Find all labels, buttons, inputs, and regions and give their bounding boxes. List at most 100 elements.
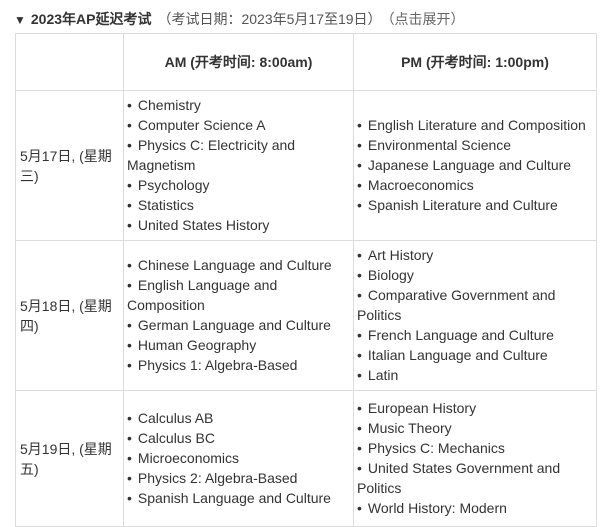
subject-name: Spanish Language and Culture (137, 490, 331, 506)
subject-name: Japanese Language and Culture (367, 157, 572, 173)
collapsible-section-header[interactable]: ▼ 2023年AP延迟考试 （考试日期：2023年5月17至19日） （点击展开） (14, 9, 465, 29)
subject-name: Calculus BC (137, 430, 215, 446)
bullet-icon: • (127, 490, 132, 506)
subject-list-item: • Italian Language and Culture (357, 345, 590, 365)
bullet-icon: • (357, 177, 362, 193)
table-header-row: AM (开考时间: 8:00am) PM (开考时间: 1:00pm) (15, 33, 597, 91)
bullet-icon: • (127, 470, 132, 486)
subject-name: World History: Modern (367, 500, 507, 516)
subject-list-item: • Macroeconomics (357, 175, 590, 195)
subject-name: Spanish Literature and Culture (367, 197, 558, 213)
subject-list-item: • Music Theory (357, 418, 590, 438)
bullet-icon: • (357, 327, 362, 343)
subject-list-item: • United States History (127, 215, 347, 235)
subject-list-item: • United States Government and Politics (357, 458, 590, 498)
bullet-icon: • (127, 430, 132, 446)
table-row: 5月19日, (星期五) • Calculus AB • Calculus BC • Mic… (15, 390, 597, 527)
subject-name: Physics C: Electricity and Magnetism (127, 137, 296, 173)
subject-list-item: • Spanish Language and Culture (127, 488, 347, 508)
subject-name: Computer Science A (137, 117, 266, 133)
subject-name: German Language and Culture (137, 317, 331, 333)
subject-list-item: • English Language and Composition (127, 275, 347, 315)
bullet-icon: • (127, 257, 132, 273)
subject-name: Latin (367, 367, 399, 383)
subject-list-item: • World History: Modern (357, 498, 590, 518)
bullet-icon: • (127, 450, 132, 466)
bullet-icon: • (127, 277, 132, 293)
subject-name: French Language and Culture (367, 327, 554, 343)
bullet-icon: • (127, 137, 132, 153)
bullet-icon: • (357, 440, 362, 456)
bullet-icon: • (357, 137, 362, 153)
subject-list-item: • Computer Science A (127, 115, 347, 135)
subject-name: English Literature and Composition (367, 117, 586, 133)
bullet-icon: • (127, 410, 132, 426)
exam-dates-note: （考试日期：2023年5月17至19日） (157, 11, 382, 27)
column-header-date (15, 33, 124, 91)
expand-toggle-link[interactable]: （点击展开） (388, 11, 465, 27)
subject-name: Psychology (137, 177, 210, 193)
column-header-am: AM (开考时间: 8:00am) (123, 33, 354, 91)
bullet-icon: • (127, 197, 132, 213)
subject-list-item: • Chemistry (127, 95, 347, 115)
subject-list-item: • Environmental Science (357, 135, 590, 155)
subject-name: United States Government and Politics (357, 460, 561, 496)
subject-list-item: • Statistics (127, 195, 347, 215)
subject-name: Human Geography (137, 337, 257, 353)
subject-list-item: • Psychology (127, 175, 347, 195)
bullet-icon: • (357, 347, 362, 363)
subject-name: United States History (137, 217, 270, 233)
bullet-icon: • (357, 267, 362, 283)
bullet-icon: • (127, 317, 132, 333)
subject-list-item: • Chinese Language and Culture (127, 255, 347, 275)
bullet-icon: • (127, 177, 132, 193)
subject-name: Chinese Language and Culture (137, 257, 332, 273)
date-cell: 5月17日, (星期三) (15, 90, 124, 241)
subject-list-item: • Spanish Literature and Culture (357, 195, 590, 215)
subject-name: Comparative Government and Politics (357, 287, 556, 323)
bullet-icon: • (127, 337, 132, 353)
subject-name: Chemistry (137, 97, 201, 113)
subject-list-item: • Japanese Language and Culture (357, 155, 590, 175)
bullet-icon: • (127, 117, 132, 133)
subject-list-item: • Physics 2: Algebra-Based (127, 468, 347, 488)
subject-name: European History (367, 400, 477, 416)
subject-name: Music Theory (367, 420, 452, 436)
bullet-icon: • (357, 400, 362, 416)
pm-subjects-cell: • Art History • Biology • Comparative Governm… (353, 240, 597, 391)
am-subjects-cell: • Chemistry • Computer Science A • Physics C:… (123, 90, 354, 241)
subject-list-item: • Physics 1: Algebra-Based (127, 355, 347, 375)
collapse-triangle-icon[interactable]: ▼ (14, 10, 26, 30)
bullet-icon: • (357, 367, 362, 383)
date-cell: 5月18日, (星期四) (15, 240, 124, 391)
subject-list-item: • Latin (357, 365, 590, 385)
pm-subjects-cell: • English Literature and Composition • Envi… (353, 90, 597, 241)
subject-list-item: • English Literature and Composition (357, 115, 590, 135)
date-cell: 5月19日, (星期五) (15, 390, 124, 527)
subject-name: Biology (367, 267, 414, 283)
bullet-icon: • (357, 287, 362, 303)
subject-list-item: • Microeconomics (127, 448, 347, 468)
subject-name: Italian Language and Culture (367, 347, 548, 363)
section-title: 2023年AP延迟考试 (30, 11, 152, 27)
am-subjects-cell: • Calculus AB • Calculus BC • Microeconomics •… (123, 390, 354, 527)
subject-list-item: • Calculus AB (127, 408, 347, 428)
table-row: 5月17日, (星期三) • Chemistry • Computer Science … (15, 90, 597, 241)
subject-list-item: • European History (357, 398, 590, 418)
subject-name: Physics 1: Algebra-Based (137, 357, 298, 373)
subject-list-item: • Comparative Government and Politics (357, 285, 590, 325)
bullet-icon: • (357, 117, 362, 133)
subject-list-item: • Calculus BC (127, 428, 347, 448)
subject-name: Art History (367, 247, 434, 263)
am-subjects-cell: • Chinese Language and Culture • English La… (123, 240, 354, 391)
subject-name: Microeconomics (137, 450, 240, 466)
bullet-icon: • (127, 97, 132, 113)
subject-list-item: • Human Geography (127, 335, 347, 355)
bullet-icon: • (357, 157, 362, 173)
column-header-pm: PM (开考时间: 1:00pm) (353, 33, 597, 91)
exam-schedule-table: AM (开考时间: 8:00am) PM (开考时间: 1:00pm) 5月17… (15, 33, 597, 527)
subject-name: Calculus AB (137, 410, 214, 426)
bullet-icon: • (357, 420, 362, 436)
subject-list-item: • Art History (357, 245, 590, 265)
subject-list-item: • Physics C: Electricity and Magnetism (127, 135, 347, 175)
